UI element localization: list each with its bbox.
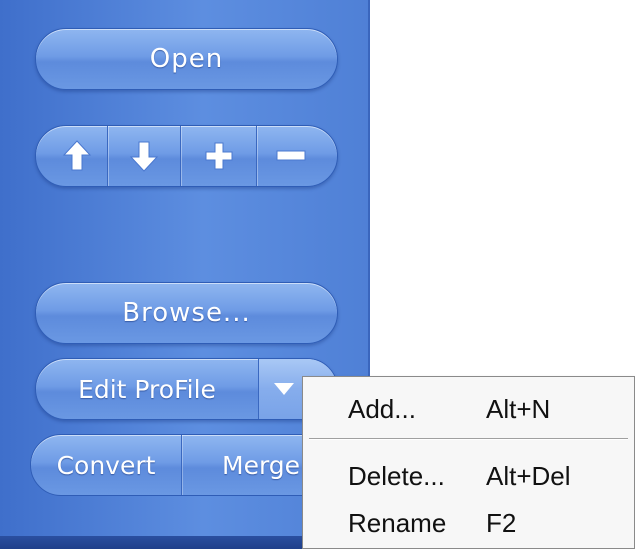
menu-separator — [309, 438, 628, 440]
menu-item-add[interactable]: Add... Alt+N — [303, 387, 634, 431]
convert-button-label: Convert — [56, 450, 156, 480]
arrow-down-icon — [129, 141, 159, 172]
list-order-toolbar — [35, 125, 338, 187]
menu-item-label: Delete... — [348, 460, 445, 491]
remove-item-button[interactable] — [257, 126, 337, 186]
menu-item-rename[interactable]: Rename F2 — [303, 501, 634, 545]
add-item-button[interactable] — [181, 126, 257, 186]
open-button[interactable]: Open — [35, 28, 338, 90]
plus-icon — [205, 142, 232, 170]
merge-button-label: Merge — [222, 450, 301, 480]
convert-button[interactable]: Convert — [31, 435, 182, 495]
edit-profile-context-menu: Add... Alt+N Delete... Alt+Del Rename F2 — [302, 376, 635, 549]
edit-profile-label: Edit ProFile — [78, 374, 216, 404]
menu-item-shortcut: Alt+Del — [486, 460, 571, 491]
browse-button-label: Browse... — [122, 298, 251, 328]
menu-item-delete[interactable]: Delete... Alt+Del — [303, 454, 634, 498]
arrow-up-icon — [62, 140, 91, 171]
edit-profile-split-button: Edit ProFile — [35, 358, 338, 420]
menu-item-shortcut: Alt+N — [486, 393, 551, 424]
move-down-button[interactable] — [108, 126, 181, 186]
edit-profile-button[interactable]: Edit ProFile — [36, 359, 259, 419]
menu-item-label: Add... — [348, 393, 416, 424]
move-up-button[interactable] — [36, 126, 108, 186]
chevron-down-icon — [274, 383, 294, 395]
menu-item-label: Rename — [348, 507, 447, 538]
app-window: Open Browse... Edit ProFile Convert Merg… — [0, 0, 635, 549]
menu-item-shortcut: F2 — [486, 507, 517, 538]
browse-button[interactable]: Browse... — [35, 282, 338, 344]
open-button-label: Open — [149, 44, 224, 74]
action-bar: Convert Merge — [30, 434, 342, 496]
minus-icon — [276, 150, 306, 161]
